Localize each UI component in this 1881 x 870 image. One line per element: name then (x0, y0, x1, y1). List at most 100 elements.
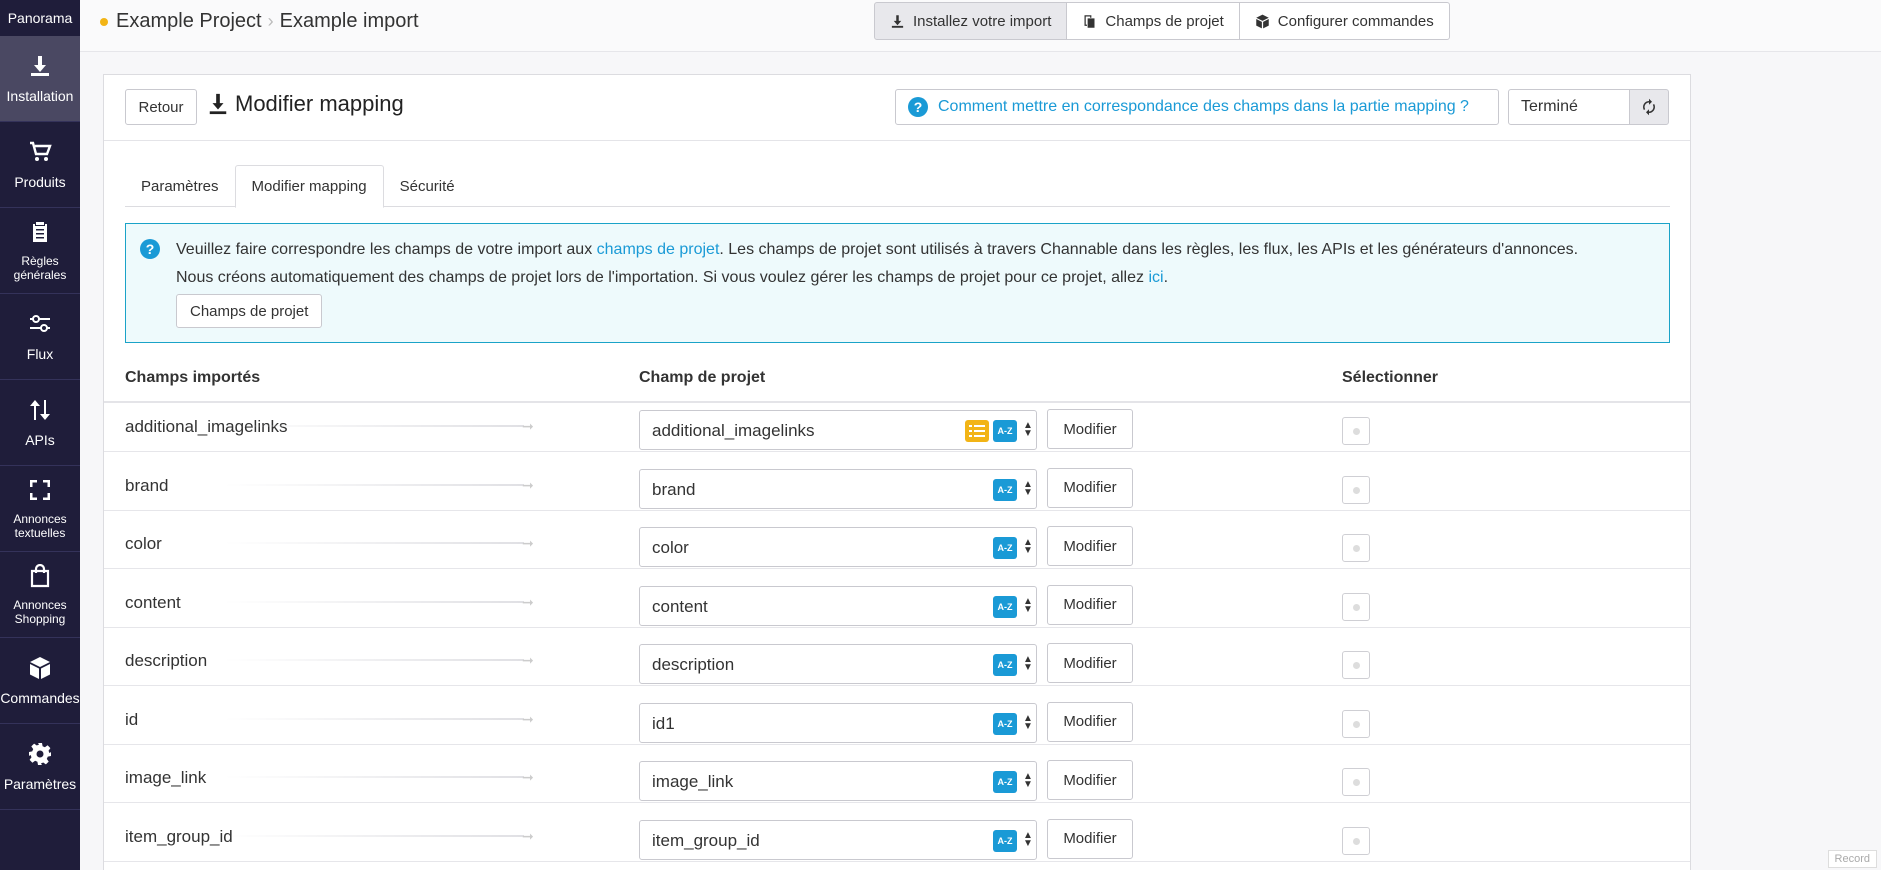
arrow-right-icon: ➞ (522, 418, 534, 434)
project-fields-button[interactable]: Champs de projet (1066, 2, 1240, 40)
imported-field-name: content (125, 592, 181, 612)
sidebar-item-parametres[interactable]: Paramètres (0, 724, 80, 810)
top-header: Example Project › Example import Install… (80, 0, 1881, 52)
tab-parametres[interactable]: Paramètres (125, 165, 235, 207)
project-field-value: description (652, 655, 735, 674)
az-sort-icon[interactable]: A-Z (993, 829, 1017, 852)
sidebar-item-produits[interactable]: Produits (0, 122, 80, 208)
mapping-help-link[interactable]: ? Comment mettre en correspondance des c… (895, 89, 1499, 125)
refresh-button[interactable] (1629, 89, 1669, 125)
modify-button[interactable]: Modifier (1047, 760, 1133, 800)
arrow-right-icon: ➞ (522, 593, 534, 610)
sidebar-top-label[interactable]: Panorama (0, 0, 80, 36)
select-checkbox[interactable] (1342, 768, 1370, 796)
info-alert: ? Veuillez faire correspondre les champs… (125, 223, 1670, 343)
az-sort-icon[interactable]: A-Z (993, 654, 1017, 676)
breadcrumb-project[interactable]: Example Project (116, 10, 262, 33)
imported-field-name: brand (125, 475, 169, 495)
sidebar-item-regles[interactable]: Règles générales (0, 208, 80, 294)
sidebar-item-apis[interactable]: APIs (0, 380, 80, 466)
select-checkbox[interactable] (1342, 592, 1370, 621)
sliders-icon (27, 311, 53, 337)
sidebar-item-label: APIs (25, 431, 55, 448)
project-fields-link[interactable]: champs de projet (597, 241, 720, 258)
az-sort-icon[interactable]: A-Z (993, 478, 1017, 501)
arrow-right-icon: ➞ (522, 476, 534, 493)
project-field-value: brand (652, 479, 696, 499)
sidebar-item-commandes[interactable]: Commandes (0, 638, 80, 724)
sidebar-item-label: Flux (26, 345, 54, 362)
modify-button[interactable]: Modifier (1047, 818, 1133, 859)
project-field-select[interactable]: additional_imagelinks A-Z ▲ ▼ (639, 410, 1037, 450)
status-dot (100, 17, 108, 26)
sidebar-item-installation[interactable]: Installation (0, 36, 80, 122)
az-sort-icon[interactable]: A-Z (993, 420, 1017, 442)
modify-button[interactable]: Modifier (1047, 584, 1133, 625)
gear-icon (27, 741, 53, 767)
project-field-value: id1 (652, 713, 675, 733)
sidebar-item-label: Produits (14, 173, 66, 190)
copy-icon (1084, 14, 1095, 28)
table-row: brand ➞ brand A-Z ▲ ▼ Modifier (104, 462, 1690, 511)
project-field-value: item_group_id (652, 830, 760, 850)
sidebar-item-flux[interactable]: Flux (0, 294, 80, 380)
refresh-icon (1643, 98, 1655, 116)
select-checkbox[interactable] (1342, 651, 1370, 679)
az-sort-icon[interactable]: A-Z (993, 771, 1017, 793)
select-checkbox[interactable] (1342, 709, 1370, 738)
select-checkbox[interactable] (1342, 534, 1370, 562)
tab-modifier-mapping[interactable]: Modifier mapping (234, 165, 384, 208)
button-label: Champs de projet (1105, 12, 1224, 30)
back-button[interactable]: Retour (125, 89, 197, 125)
arrows-updown-icon (27, 397, 53, 423)
download-icon (27, 53, 53, 79)
configure-orders-button[interactable]: Configurer commandes (1238, 2, 1450, 40)
info-text: Veuillez faire correspondre les champs d… (176, 236, 1578, 292)
az-sort-icon[interactable]: A-Z (993, 712, 1017, 735)
mapping-arrow (224, 483, 524, 486)
sidebar-item-annonces-textuelles[interactable]: Annonces textuelles (0, 466, 80, 552)
project-field-select[interactable]: description A-Z ▲ ▼ (639, 644, 1037, 684)
arrow-right-icon: ➞ (522, 652, 534, 668)
list-icon[interactable] (965, 420, 989, 442)
column-header-select: Sélectionner (1342, 369, 1439, 386)
az-sort-icon[interactable]: A-Z (993, 537, 1017, 559)
select-checkbox[interactable] (1342, 417, 1370, 445)
tab-securite[interactable]: Sécurité (384, 165, 471, 207)
project-field-select[interactable]: color A-Z ▲ ▼ (639, 527, 1037, 567)
sidebar-item-label: Annonces textuelles (13, 512, 67, 540)
clipboard-icon (27, 219, 53, 245)
sidebar-item-label: Annonces Shopping (13, 598, 67, 626)
arrow-right-icon: ➞ (522, 535, 534, 551)
modify-button[interactable]: Modifier (1047, 643, 1133, 683)
column-header-project: Champ de projet (639, 369, 766, 386)
page-title: Modifier mapping (207, 91, 404, 117)
project-field-select[interactable]: item_group_id A-Z ▲ ▼ (639, 819, 1037, 860)
modify-button[interactable]: Modifier (1047, 409, 1133, 449)
project-field-select[interactable]: image_link A-Z ▲ ▼ (639, 761, 1037, 801)
info-text-part: . (1163, 269, 1169, 286)
az-sort-icon[interactable]: A-Z (993, 595, 1017, 618)
project-fields-info-button[interactable]: Champs de projet (176, 294, 323, 328)
modify-button[interactable]: Modifier (1047, 526, 1133, 566)
page-title-text: Modifier mapping (235, 91, 404, 116)
table-row: image_link ➞ image_link A-Z ▲ ▼ Modifier (104, 754, 1690, 803)
sort-caret-icon: ▲ ▼ (1023, 771, 1033, 790)
modify-button[interactable]: Modifier (1047, 467, 1133, 508)
project-field-select[interactable]: content A-Z ▲ ▼ (639, 585, 1037, 626)
box-icon (27, 655, 53, 681)
select-checkbox[interactable] (1342, 475, 1370, 504)
record-label[interactable]: Record (1827, 850, 1877, 868)
install-import-button[interactable]: Installez votre import (874, 2, 1068, 40)
sort-caret-icon: ▲ ▼ (1023, 654, 1033, 673)
modify-button[interactable]: Modifier (1047, 701, 1133, 742)
project-field-select[interactable]: brand A-Z ▲ ▼ (639, 468, 1037, 509)
imported-field-name: additional_imagelinks (125, 417, 288, 436)
sidebar-item-annonces-shopping[interactable]: Annonces Shopping (0, 552, 80, 638)
mapping-arrow (224, 834, 524, 837)
select-checkbox[interactable] (1342, 826, 1370, 855)
breadcrumb: Example Project › Example import (100, 10, 419, 33)
here-link[interactable]: ici (1148, 269, 1163, 286)
project-field-select[interactable]: id1 A-Z ▲ ▼ (639, 702, 1037, 743)
sidebar-item-label: Commandes (0, 689, 80, 706)
